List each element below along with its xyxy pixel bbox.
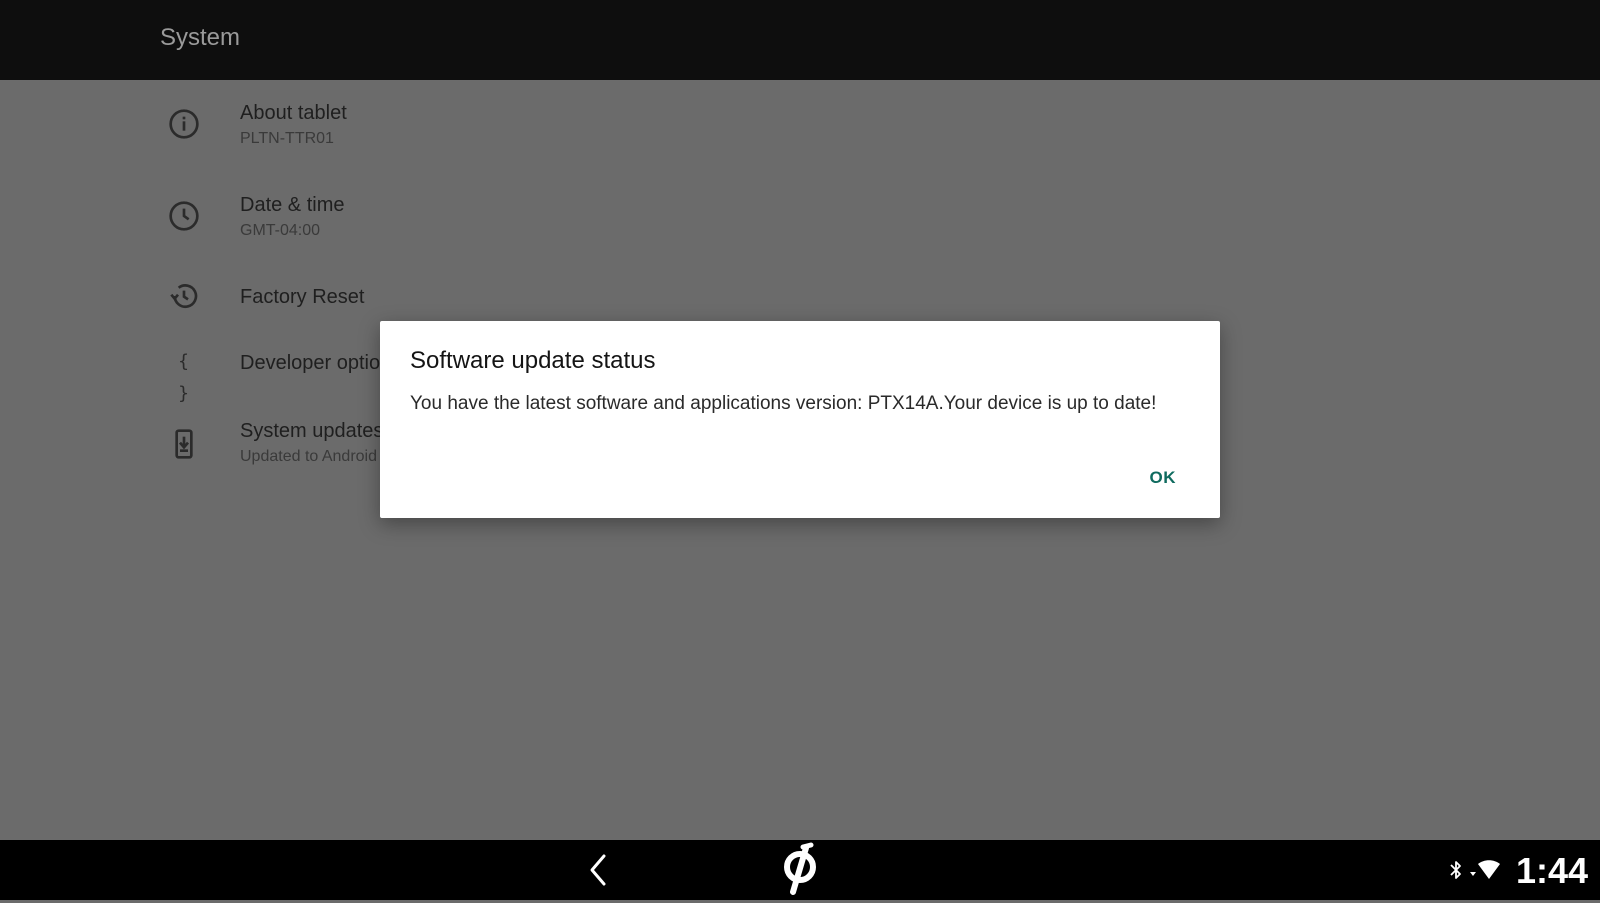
settings-item-about-tablet[interactable]: About tablet PLTN-TTR01 — [160, 100, 860, 170]
braces-icon: { } — [178, 351, 190, 404]
history-icon — [168, 280, 200, 312]
bluetooth-icon — [1448, 858, 1464, 882]
settings-item-title: System updates — [240, 420, 384, 442]
settings-item-title: Factory Reset — [240, 286, 365, 308]
wifi-icon — [1468, 859, 1502, 881]
dialog-message: You have the latest software and applica… — [410, 393, 1157, 414]
app-bar: System — [0, 0, 1600, 80]
settings-item-summary: Updated to Android 10 — [240, 448, 400, 465]
settings-item-summary: GMT-04:00 — [240, 222, 321, 239]
dialog-title: Software update status — [410, 347, 656, 374]
navigation-bar: 1:44 — [0, 840, 1600, 900]
clock-time: 1:44 — [1516, 850, 1589, 891]
settings-item-summary: PLTN-TTR01 — [240, 130, 334, 147]
software-update-dialog: Software update status You have the late… — [380, 321, 1220, 518]
peloton-logo-icon[interactable] — [776, 842, 824, 898]
clock-icon — [168, 200, 200, 232]
page-title: System — [160, 24, 241, 51]
settings-item-title: Developer options — [240, 352, 402, 374]
settings-item-title: About tablet — [240, 102, 347, 124]
back-icon[interactable] — [584, 852, 614, 888]
system-update-icon — [168, 428, 200, 460]
ok-button[interactable]: OK — [1138, 460, 1189, 496]
settings-item-date-time[interactable]: Date & time GMT-04:00 — [160, 192, 860, 262]
info-icon — [168, 108, 200, 140]
settings-item-title: Date & time — [240, 194, 345, 216]
